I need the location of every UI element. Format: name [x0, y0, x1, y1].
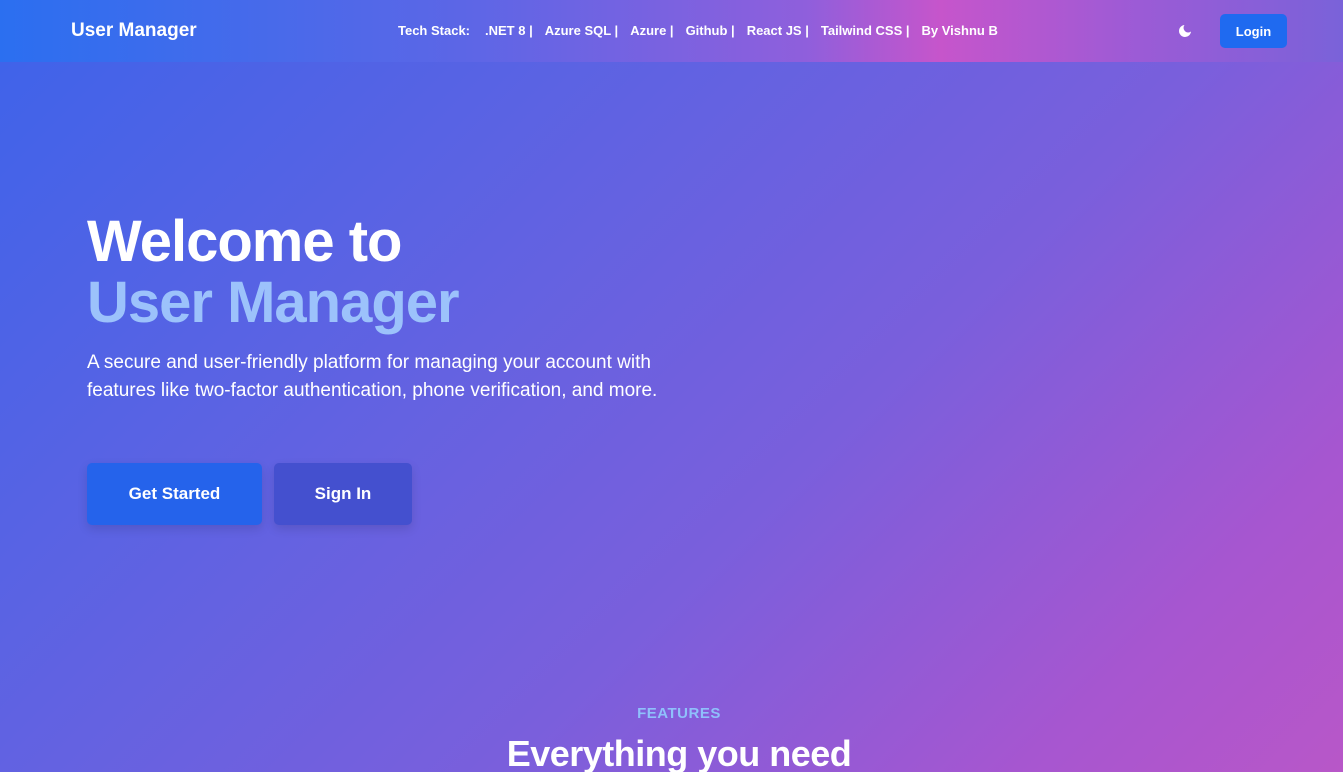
- sign-in-button[interactable]: Sign In: [274, 463, 412, 525]
- hero-description: A secure and user-friendly platform for …: [87, 352, 658, 401]
- moon-icon: [1179, 25, 1191, 37]
- top-navbar: User Manager Tech Stack: .NET 8 | Azure …: [0, 0, 1343, 62]
- tech-stack-item-azure-sql: Azure SQL |: [544, 23, 619, 38]
- tech-stack-item-react: React JS |: [746, 23, 809, 38]
- hero-title-highlight: User Manager: [87, 270, 460, 335]
- hero-title: Welcome to: [87, 209, 402, 274]
- brand-logo[interactable]: User Manager: [71, 20, 197, 42]
- features-eyebrow: FEATURES: [637, 705, 721, 722]
- theme-toggle-button[interactable]: [1174, 20, 1196, 42]
- get-started-button[interactable]: Get Started: [87, 463, 262, 525]
- tech-stack-item-dotnet: .NET 8 |: [485, 23, 533, 38]
- tech-stack-label: Tech Stack:: [398, 23, 471, 38]
- tech-stack-item-azure: Azure |: [630, 23, 674, 38]
- tech-stack-author: By Vishnu B: [921, 23, 998, 38]
- tech-stack-item-github: Github |: [685, 23, 735, 38]
- tech-stack-item-tailwind: Tailwind CSS |: [820, 23, 910, 38]
- features-heading: Everything you need: [506, 733, 852, 772]
- tech-stack-bar: Tech Stack: .NET 8 | Azure SQL | Azure |…: [398, 23, 1010, 38]
- login-button[interactable]: Login: [1220, 14, 1287, 48]
